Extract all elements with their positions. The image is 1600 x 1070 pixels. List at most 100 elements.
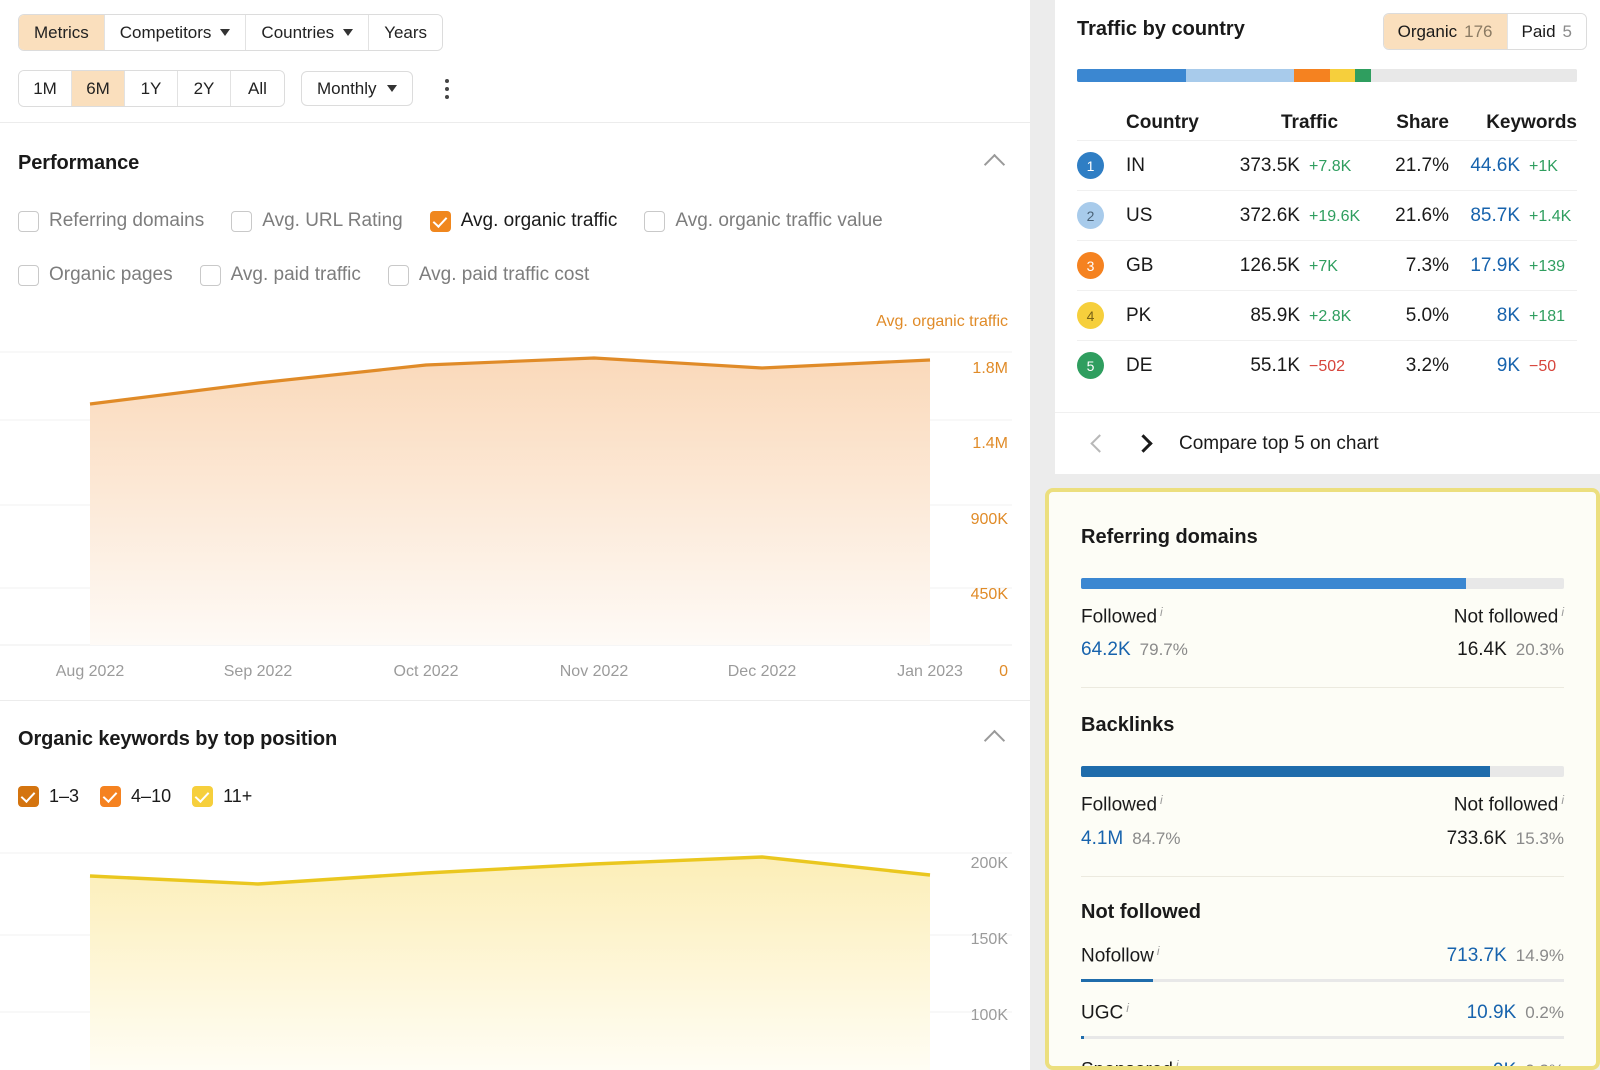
checkbox-position-1-3[interactable]: 1–3 (18, 786, 79, 807)
checkbox-position-11-plus[interactable]: 11+ (192, 786, 252, 807)
followed-value[interactable]: 64.2K (1081, 639, 1131, 661)
info-icon[interactable]: i (1126, 1001, 1129, 1015)
checkbox-avg-organic-traffic-value[interactable]: Avg. organic traffic value (644, 210, 882, 232)
cell-share: 5.0% (1367, 305, 1449, 327)
x-tick-label: Dec 2022 (728, 663, 797, 681)
performance-chart[interactable] (0, 340, 1030, 650)
ratio-bar-fill (1081, 578, 1466, 589)
checkbox-label: Organic pages (49, 264, 173, 286)
rank-badge: 4 (1077, 302, 1104, 329)
tab-competitors[interactable]: Competitors (105, 15, 247, 50)
checkbox-box (231, 211, 252, 232)
ugc-value[interactable]: 10.9K (1467, 1002, 1517, 1024)
column-header-keywords: Keywords (1449, 112, 1577, 134)
table-row[interactable]: 2 US 372.6K +19.6K 21.6% 85.7K +1.4K (1077, 190, 1577, 240)
toggle-paid[interactable]: Paid 5 (1508, 14, 1587, 49)
not-followed-row-sponsored[interactable]: Sponsoredi 9K 0.2% (1081, 1058, 1564, 1070)
checkbox-avg-paid-traffic-cost[interactable]: Avg. paid traffic cost (388, 264, 589, 286)
followed-value[interactable]: 4.1M (1081, 828, 1123, 850)
chart-area-fill (90, 857, 930, 1070)
performance-metrics-row-2: Organic pages Avg. paid traffic Avg. pai… (18, 264, 616, 286)
rank-badge: 1 (1077, 152, 1104, 179)
rank-badge: 3 (1077, 252, 1104, 279)
kebab-menu-icon[interactable] (435, 74, 459, 104)
cell-traffic: 126.5K (1240, 255, 1300, 277)
table-row[interactable]: 3 GB 126.5K +7K 7.3% 17.9K +139 (1077, 240, 1577, 290)
cell-traffic: 373.5K (1240, 155, 1300, 177)
cell-keywords[interactable]: 17.9K (1470, 255, 1520, 277)
checkbox-organic-pages[interactable]: Organic pages (18, 264, 173, 286)
checkbox-label: 11+ (223, 786, 252, 807)
share-segment-other (1371, 69, 1577, 82)
cell-keywords[interactable]: 9K (1497, 355, 1520, 377)
table-row[interactable]: 5 DE 55.1K −502 3.2% 9K −50 (1077, 340, 1577, 390)
checkbox-position-4-10[interactable]: 4–10 (100, 786, 171, 807)
range-1m[interactable]: 1M (19, 71, 72, 106)
checkbox-label: Avg. organic traffic value (675, 210, 882, 232)
cell-keywords-delta: +181 (1529, 308, 1577, 326)
tab-years[interactable]: Years (369, 15, 442, 50)
cell-keywords[interactable]: 8K (1497, 305, 1520, 327)
compare-top-5-button[interactable]: Compare top 5 on chart (1179, 433, 1379, 455)
info-icon[interactable]: i (1561, 605, 1564, 619)
checkbox-referring-domains[interactable]: Referring domains (18, 210, 204, 232)
cell-keywords[interactable]: 44.6K (1470, 155, 1520, 177)
cell-traffic: 85.9K (1250, 305, 1300, 327)
toggle-paid-count: 5 (1563, 22, 1572, 42)
rank-badge: 2 (1077, 202, 1104, 229)
cell-keywords[interactable]: 85.7K (1470, 205, 1520, 227)
toggle-organic[interactable]: Organic 176 (1384, 14, 1508, 49)
followed-pct: 79.7% (1140, 640, 1188, 660)
checkbox-avg-paid-traffic[interactable]: Avg. paid traffic (200, 264, 361, 286)
ugc-bar (1081, 1036, 1564, 1039)
nofollow-bar (1081, 979, 1564, 982)
view-tab-group: Metrics Competitors Countries Years (18, 14, 443, 51)
table-row[interactable]: 1 IN 373.5K +7.8K 21.7% 44.6K +1K (1077, 140, 1577, 190)
not-followed-row-ugc[interactable]: UGCi 10.9K 0.2% (1081, 1001, 1564, 1036)
keyword-position-legend: 1–3 4–10 11+ (18, 786, 252, 807)
nofollow-label: Nofollow (1081, 945, 1154, 966)
checkbox-avg-url-rating[interactable]: Avg. URL Rating (231, 210, 402, 232)
y-tick-label: 0 (999, 663, 1008, 681)
info-icon[interactable]: i (1561, 793, 1564, 807)
info-icon[interactable]: i (1176, 1058, 1179, 1070)
chart-area-fill (90, 358, 930, 645)
cell-traffic-delta: −502 (1309, 358, 1367, 376)
cell-share: 7.3% (1367, 255, 1449, 277)
checkbox-avg-organic-traffic[interactable]: Avg. organic traffic (430, 210, 618, 232)
cell-country: IN (1126, 155, 1209, 177)
checkbox-box (18, 211, 39, 232)
chevron-left-icon[interactable] (1077, 422, 1121, 466)
info-icon[interactable]: i (1160, 605, 1163, 619)
organic-keywords-chart[interactable] (0, 830, 1030, 1070)
column-header-share: Share (1367, 112, 1449, 134)
y-tick-label: 900K (971, 511, 1008, 529)
sponsored-value[interactable]: 9K (1493, 1060, 1516, 1070)
cell-traffic-delta: +2.8K (1309, 308, 1367, 326)
info-icon[interactable]: i (1157, 944, 1160, 958)
performance-collapse-icon[interactable] (982, 148, 1008, 174)
nofollow-value[interactable]: 713.7K (1447, 945, 1507, 967)
date-range-toolbar: 1M 6M 1Y 2Y All Monthly (18, 70, 459, 107)
table-row[interactable]: 4 PK 85.9K +2.8K 5.0% 8K +181 (1077, 290, 1577, 340)
info-icon[interactable]: i (1160, 793, 1163, 807)
date-range-group: 1M 6M 1Y 2Y All (18, 70, 285, 107)
y-tick-label: 150K (971, 931, 1008, 949)
range-2y[interactable]: 2Y (178, 71, 231, 106)
tab-metrics[interactable]: Metrics (19, 15, 105, 50)
organic-keywords-collapse-icon[interactable] (982, 724, 1008, 750)
divider (1081, 876, 1564, 877)
not-followed-row-nofollow[interactable]: Nofollowi 713.7K 14.9% (1081, 944, 1564, 979)
frequency-select[interactable]: Monthly (301, 71, 413, 106)
share-segment-de (1355, 69, 1371, 82)
tab-competitors-label: Competitors (120, 23, 212, 43)
tab-countries[interactable]: Countries (246, 15, 369, 50)
range-6m[interactable]: 6M (72, 71, 125, 106)
app-root: Metrics Competitors Countries Years 1M (0, 0, 1600, 1070)
x-tick-label: Oct 2022 (394, 663, 459, 681)
cell-country: US (1126, 205, 1209, 227)
chevron-right-icon[interactable] (1121, 422, 1165, 466)
range-all[interactable]: All (231, 71, 284, 106)
checkbox-label: 1–3 (49, 786, 79, 807)
range-1y[interactable]: 1Y (125, 71, 178, 106)
